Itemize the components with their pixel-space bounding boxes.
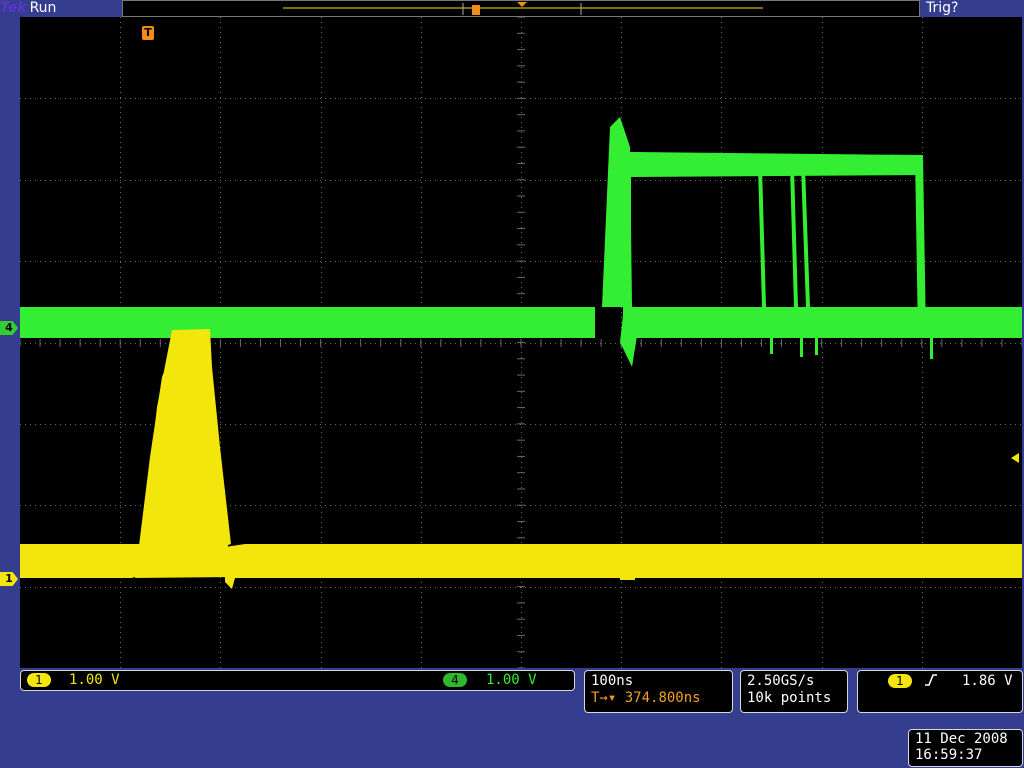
record-length: 10k points xyxy=(747,690,832,706)
acquisition-readout[interactable]: 2.50GS/s 10k points xyxy=(740,670,848,713)
horizontal-readout[interactable]: 100ns T→▾ 374.800ns xyxy=(584,670,733,713)
run-status: Run xyxy=(29,0,57,16)
time: 16:59:37 xyxy=(915,747,983,763)
trigger-source-badge: 1 xyxy=(888,674,912,688)
delay-value: 374.800ns xyxy=(624,690,701,706)
ch4-badge[interactable]: 4 xyxy=(443,673,467,687)
rising-edge-icon xyxy=(925,674,937,686)
delay-readout: T→▾ 374.800ns xyxy=(591,690,701,707)
ch1-ground-marker[interactable]: 1 xyxy=(0,572,18,586)
record-position-indicator xyxy=(283,2,763,15)
trigger-status: Trig? xyxy=(926,0,959,16)
timebase-value: 100ns xyxy=(591,673,634,689)
trigger-level-arrow[interactable] xyxy=(1011,453,1019,463)
ch4-waveform xyxy=(20,117,1022,367)
brand: Tek Run xyxy=(0,0,56,17)
waveform-display[interactable]: T xyxy=(20,17,1022,668)
ch1-badge[interactable]: 1 xyxy=(27,673,51,687)
ch1-waveform xyxy=(20,329,1022,589)
top-status-bar: Tek Run Trig? xyxy=(0,0,1024,17)
ch4-scale: 1.00 V xyxy=(486,672,537,688)
waveforms xyxy=(20,117,1022,589)
record-view-bar[interactable] xyxy=(122,0,920,17)
date: 11 Dec 2008 xyxy=(915,731,1008,747)
date-time-readout: 11 Dec 2008 16:59:37 xyxy=(908,729,1023,767)
trigger-readout[interactable]: 1 1.86 V xyxy=(857,670,1023,713)
delay-prefix: T→▾ xyxy=(591,690,617,706)
channel-readout-bar[interactable]: 1 1.00 V 4 1.00 V xyxy=(20,670,575,691)
ch1-scale: 1.00 V xyxy=(69,672,120,688)
trigger-level: 1.86 V xyxy=(962,673,1013,689)
tek-logo: Tek xyxy=(0,0,27,16)
trigger-position-marker[interactable]: T xyxy=(142,26,154,40)
ch4-ground-marker[interactable]: 4 xyxy=(0,321,18,335)
sample-rate: 2.50GS/s xyxy=(747,673,815,689)
